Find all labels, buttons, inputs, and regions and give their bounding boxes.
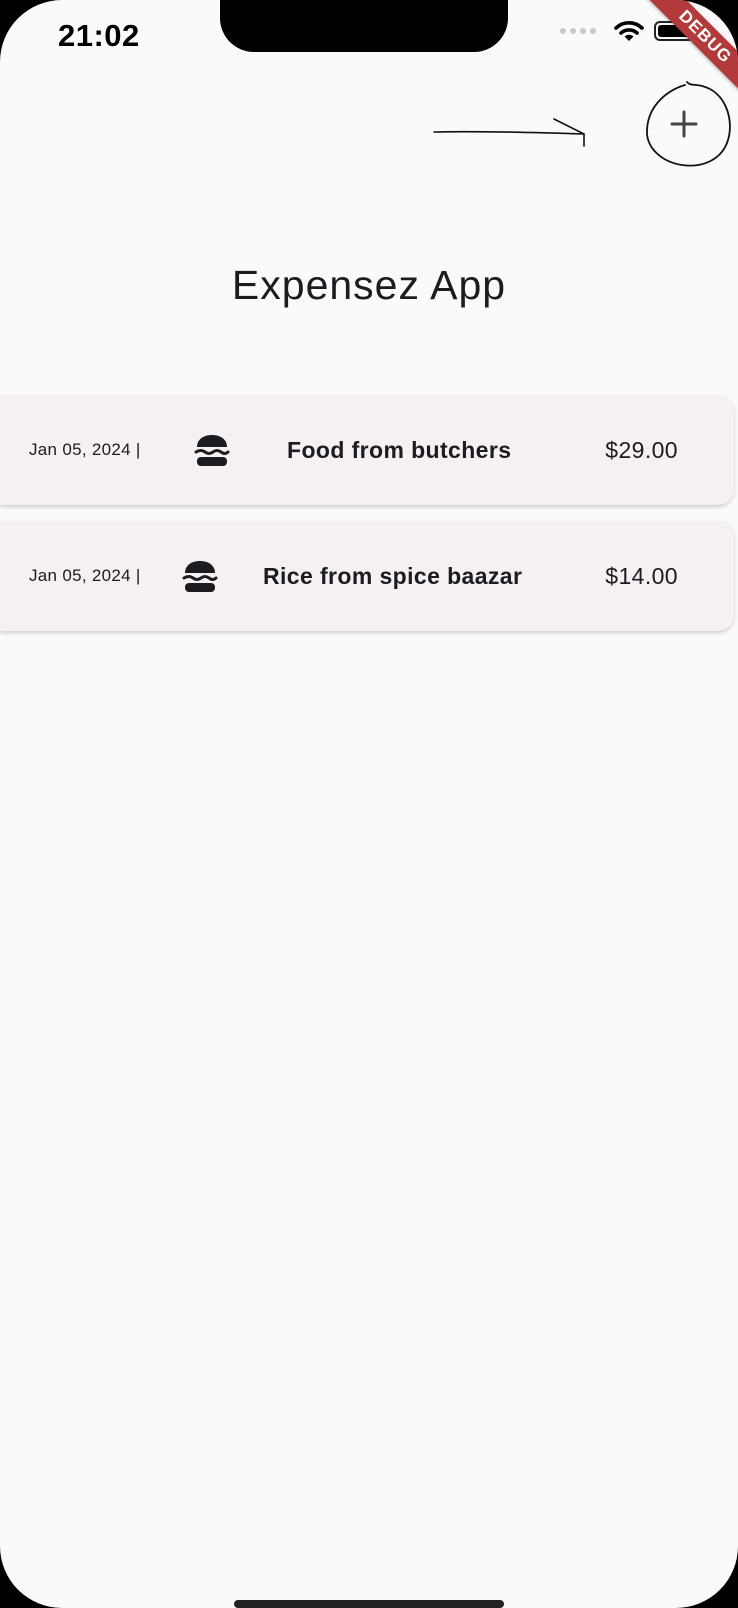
expense-date: Jan 05, 2024 | [29,440,141,459]
expense-title: Rice from spice baazar [263,563,523,589]
plus-icon [670,110,698,138]
burger-icon [182,561,218,592]
device-notch [220,0,508,52]
expense-title: Food from butchers [287,437,512,463]
app-screen: 21:02 DEBUG Expensez App Jan 05, 2024 | [0,0,738,1608]
expense-amount: $14.00 [605,563,678,589]
expense-date: Jan 05, 2024 | [29,566,141,585]
expense-item[interactable]: Jan 05, 2024 | Rice from spice baazar $1… [0,521,734,631]
signal-dots-icon [560,28,596,34]
wifi-icon [614,21,644,41]
burger-icon [194,435,230,466]
home-indicator[interactable] [234,1600,504,1608]
add-expense-button[interactable] [660,100,708,148]
status-time: 21:02 [58,18,140,53]
expense-item[interactable]: Jan 05, 2024 | Food from butchers $29.00 [0,395,734,505]
expense-amount: $29.00 [605,437,678,463]
annotation-arrow-icon [433,118,585,147]
page-title: Expensez App [231,262,507,308]
